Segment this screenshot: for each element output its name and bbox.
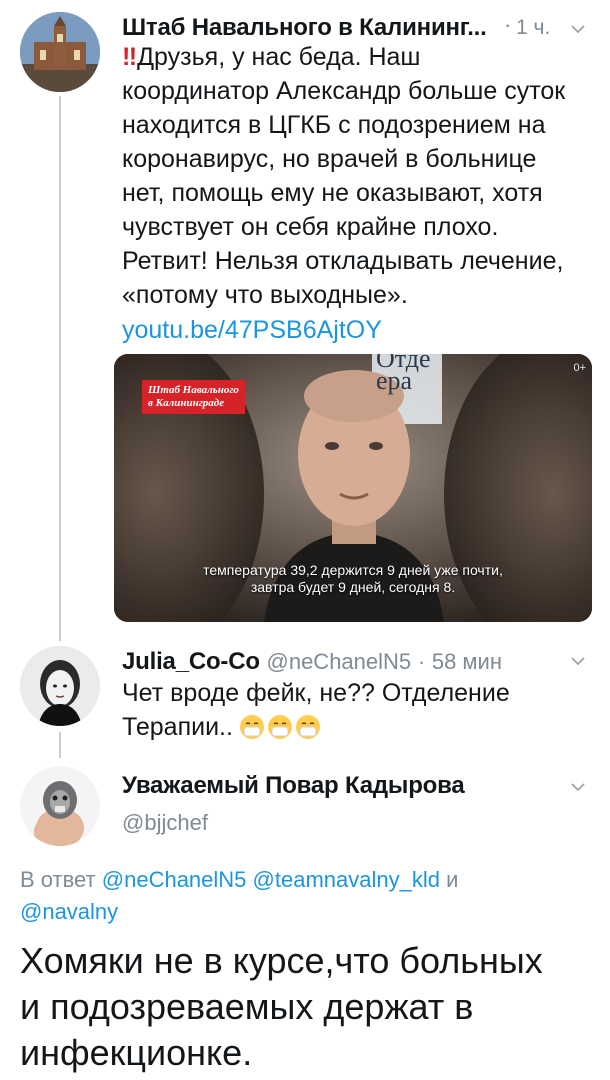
bg-sign-text: Отде ера: [376, 354, 431, 395]
reply-and: и: [446, 867, 459, 892]
timestamp[interactable]: 58 мин: [432, 649, 502, 674]
author-name[interactable]: Julia_Co-Co: [122, 648, 260, 675]
avatar[interactable]: [20, 12, 100, 92]
thread-line: [59, 732, 61, 758]
tweet-text: Чет вроде фейк, не?? Отделение Терапии..: [122, 679, 510, 741]
author-name[interactable]: Штаб Навального в Калининг...: [122, 14, 487, 42]
reply-context: В ответ @neChanelN5 @teamnavalny_kld и @…: [20, 864, 600, 928]
chevron-down-icon[interactable]: [570, 782, 586, 792]
youtube-link[interactable]: youtu.be/47PSB6AjtOY: [122, 316, 382, 345]
avatar[interactable]: [20, 766, 100, 846]
tweet-text-large: Хомяки не в курсе,что больных и подозрев…: [20, 940, 543, 1073]
tweet-text: ‼Друзья, у нас беда. Наш координатор Але…: [122, 43, 566, 309]
video-card[interactable]: Отде ера Штаб Навального в Калининграде …: [114, 354, 592, 622]
double-exclamation-icon: ‼: [122, 43, 138, 71]
timestamp[interactable]: 1 ч.: [516, 16, 550, 40]
thread-line: [59, 96, 61, 641]
chevron-down-icon[interactable]: [570, 656, 586, 666]
author-handle[interactable]: @neChanelN5: [267, 649, 412, 674]
author-name[interactable]: Уважаемый Повар Кадырова: [122, 772, 465, 800]
mask-face-emoji: [267, 714, 293, 740]
channel-badge: Штаб Навального в Калининграде: [142, 380, 245, 414]
mask-face-emoji: [239, 714, 265, 740]
chevron-down-icon[interactable]: [570, 24, 586, 34]
dot-separator: ·: [417, 649, 426, 674]
author-handle[interactable]: @bjjchef: [122, 810, 208, 836]
reply-prefix: В ответ: [20, 867, 96, 892]
mention-link[interactable]: @teamnavalny_kld: [253, 867, 440, 892]
mention-link[interactable]: @neChanelN5: [102, 867, 247, 892]
tweet-header: Julia_Co-Co @neChanelN5 · 58 мин: [122, 648, 502, 676]
mask-face-emoji: [295, 714, 321, 740]
age-rating-badge: 0+: [573, 362, 586, 374]
dot-separator: ·: [504, 12, 512, 37]
avatar[interactable]: [20, 646, 100, 726]
mention-link[interactable]: @navalny: [20, 899, 118, 924]
video-subtitle: температура 39,2 держится 9 дней уже поч…: [203, 562, 503, 595]
